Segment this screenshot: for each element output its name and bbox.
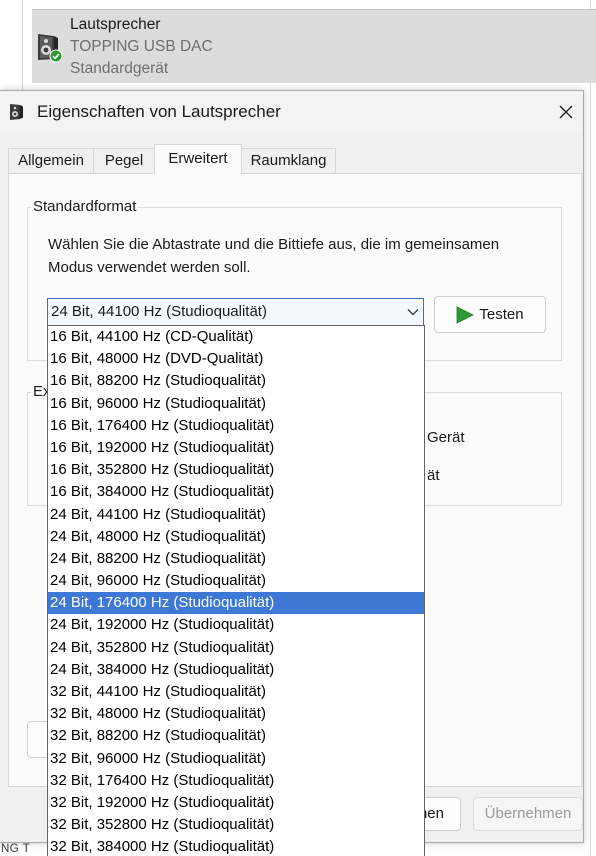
device-name: Lautsprecher (70, 16, 161, 33)
device-status: Standardgerät (70, 60, 169, 77)
exclusive-control-option-label[interactable]: Gerät (427, 429, 465, 447)
list-border (22, 0, 23, 90)
tab-allgemein[interactable]: Allgemein (8, 148, 94, 173)
dropdown-option[interactable]: 32 Bit, 96000 Hz (Studioqualität) (48, 748, 424, 770)
dropdown-option[interactable]: 24 Bit, 44100 Hz (Studioqualität) (48, 504, 424, 526)
description-line: Modus verwendet werden soll. (48, 259, 251, 276)
dropdown-option[interactable]: 16 Bit, 48000 Hz (DVD-Qualität) (48, 348, 424, 370)
device-description: TOPPING USB DAC (70, 38, 213, 55)
default-format-group-label: Standardformat (31, 198, 139, 216)
description-line: Wählen Sie die Abtastrate und die Bittie… (48, 236, 500, 253)
apply-button[interactable]: Übernehmen (473, 797, 583, 831)
close-button[interactable] (549, 91, 583, 133)
dropdown-option[interactable]: 32 Bit, 44100 Hz (Studioqualität) (48, 681, 424, 703)
test-button[interactable]: Testen (434, 296, 546, 333)
speaker-icon (10, 104, 23, 120)
tab-raumklang[interactable]: Raumklang (241, 148, 336, 173)
dropdown-option[interactable]: 32 Bit, 192000 Hz (Studioqualität) (48, 792, 424, 814)
sample-format-select[interactable]: 24 Bit, 44100 Hz (Studioqualität) (47, 298, 424, 326)
dropdown-option[interactable]: 16 Bit, 384000 Hz (Studioqualität) (48, 481, 424, 503)
default-device-check-icon (49, 49, 63, 63)
background-clipped-text: NG T (1, 843, 31, 855)
dropdown-option[interactable]: 32 Bit, 384000 Hz (Studioqualität) (48, 836, 424, 856)
window-border (590, 0, 591, 856)
default-format-description: Wählen Sie die Abtastrate und die Bittie… (48, 233, 558, 279)
test-button-label: Testen (479, 306, 524, 323)
dropdown-option[interactable]: 16 Bit, 44100 Hz (CD-Qualität) (48, 326, 424, 348)
tab-pegel[interactable]: Pegel (93, 148, 155, 173)
sample-format-dropdown-list[interactable]: 16 Bit, 44100 Hz (CD-Qualität) 16 Bit, 4… (47, 325, 425, 856)
dialog-title: Eigenschaften von Lautsprecher (37, 102, 281, 121)
tab-erweitert[interactable]: Erweitert (154, 144, 242, 174)
dropdown-option[interactable]: 32 Bit, 48000 Hz (Studioqualität) (48, 703, 424, 725)
dropdown-option[interactable]: 24 Bit, 88200 Hz (Studioqualität) (48, 548, 424, 570)
play-icon (456, 305, 475, 324)
dropdown-option[interactable]: 32 Bit, 88200 Hz (Studioqualität) (48, 725, 424, 747)
dropdown-option[interactable]: 24 Bit, 176400 Hz (Studioqualität) (48, 592, 424, 615)
dropdown-option[interactable]: 24 Bit, 48000 Hz (Studioqualität) (48, 526, 424, 548)
exclusive-priority-option-label[interactable]: ät (427, 467, 440, 485)
dropdown-option[interactable]: 24 Bit, 352800 Hz (Studioqualität) (48, 637, 424, 659)
dropdown-option[interactable]: 16 Bit, 176400 Hz (Studioqualität) (48, 415, 424, 437)
dropdown-option[interactable]: 24 Bit, 192000 Hz (Studioqualität) (48, 614, 424, 636)
dropdown-option[interactable]: 16 Bit, 96000 Hz (Studioqualität) (48, 393, 424, 415)
close-icon (559, 105, 573, 119)
chevron-down-icon (407, 309, 419, 316)
dropdown-option[interactable]: 32 Bit, 352800 Hz (Studioqualität) (48, 814, 424, 836)
sample-format-selected-value: 24 Bit, 44100 Hz (Studioqualität) (51, 303, 267, 320)
dropdown-option[interactable]: 24 Bit, 96000 Hz (Studioqualität) (48, 570, 424, 592)
dropdown-option[interactable]: 16 Bit, 192000 Hz (Studioqualität) (48, 437, 424, 459)
dropdown-option[interactable]: 16 Bit, 352800 Hz (Studioqualität) (48, 459, 424, 481)
dropdown-option[interactable]: 16 Bit, 88200 Hz (Studioqualität) (48, 370, 424, 392)
dropdown-option[interactable]: 32 Bit, 176400 Hz (Studioqualität) (48, 770, 424, 792)
dropdown-option[interactable]: 24 Bit, 384000 Hz (Studioqualität) (48, 659, 424, 681)
